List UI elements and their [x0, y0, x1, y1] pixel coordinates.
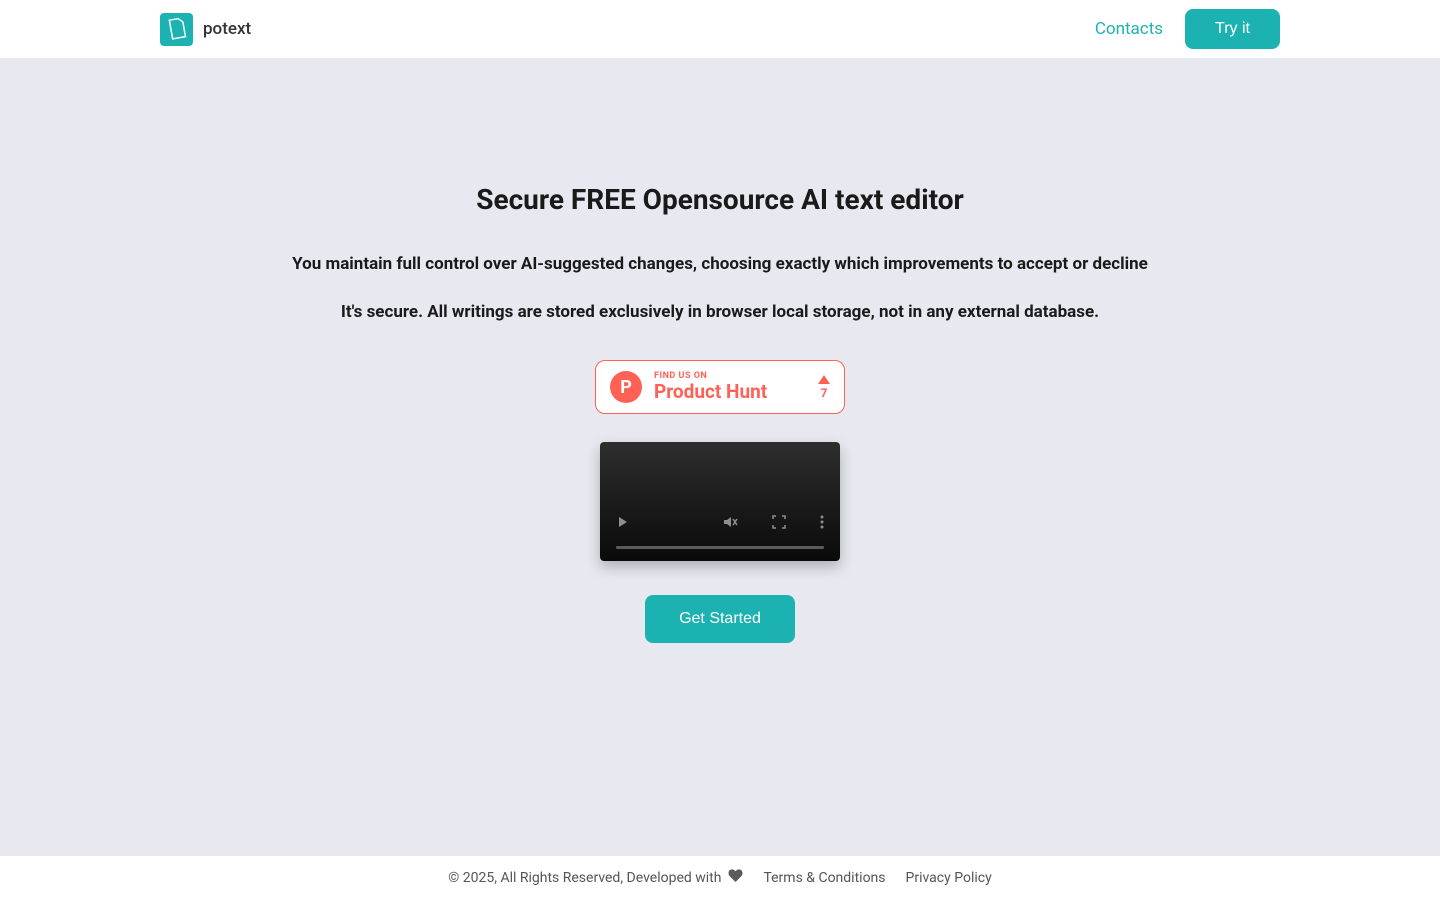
hero-section: Secure FREE Opensource AI text editor Yo…: [0, 58, 1440, 856]
video-controls-bar: [600, 504, 840, 561]
heart-icon: [728, 869, 743, 887]
get-started-button[interactable]: Get Started: [645, 595, 795, 643]
hero-subtitle-2: It's secure. All writings are stored exc…: [341, 302, 1099, 322]
privacy-link[interactable]: Privacy Policy: [906, 870, 992, 886]
brand-name: potext: [203, 19, 251, 39]
video-player[interactable]: [600, 442, 840, 561]
header: potext Contacts Try it: [0, 0, 1440, 58]
more-options-icon[interactable]: [820, 515, 824, 529]
hero-subtitle-1: You maintain full control over AI-sugges…: [292, 254, 1148, 274]
try-it-button[interactable]: Try it: [1185, 9, 1280, 49]
product-hunt-big-label: Product Hunt: [654, 381, 806, 403]
page-title: Secure FREE Opensource AI text editor: [476, 183, 964, 216]
play-icon[interactable]: [616, 515, 630, 529]
product-hunt-text-group: FIND US ON Product Hunt: [654, 371, 806, 403]
footer: © 2025, All Rights Reserved, Developed w…: [0, 856, 1440, 900]
video-progress-bar[interactable]: [616, 546, 824, 549]
nav-group: Contacts Try it: [1095, 9, 1280, 49]
brand-logo-icon: [160, 13, 193, 46]
product-hunt-vote-count: 7: [821, 386, 828, 400]
upvote-triangle-icon: [818, 375, 830, 384]
footer-copyright-group: © 2025, All Rights Reserved, Developed w…: [448, 869, 743, 887]
product-hunt-badge[interactable]: P FIND US ON Product Hunt 7: [595, 360, 845, 414]
product-hunt-logo-icon: P: [610, 371, 642, 403]
product-hunt-vote-group: 7: [818, 375, 830, 400]
mute-icon[interactable]: [722, 514, 738, 530]
contacts-link[interactable]: Contacts: [1095, 19, 1163, 39]
footer-copyright-text: © 2025, All Rights Reserved, Developed w…: [448, 870, 721, 886]
terms-link[interactable]: Terms & Conditions: [763, 870, 885, 886]
brand-group[interactable]: potext: [160, 13, 251, 46]
fullscreen-icon[interactable]: [772, 515, 786, 529]
